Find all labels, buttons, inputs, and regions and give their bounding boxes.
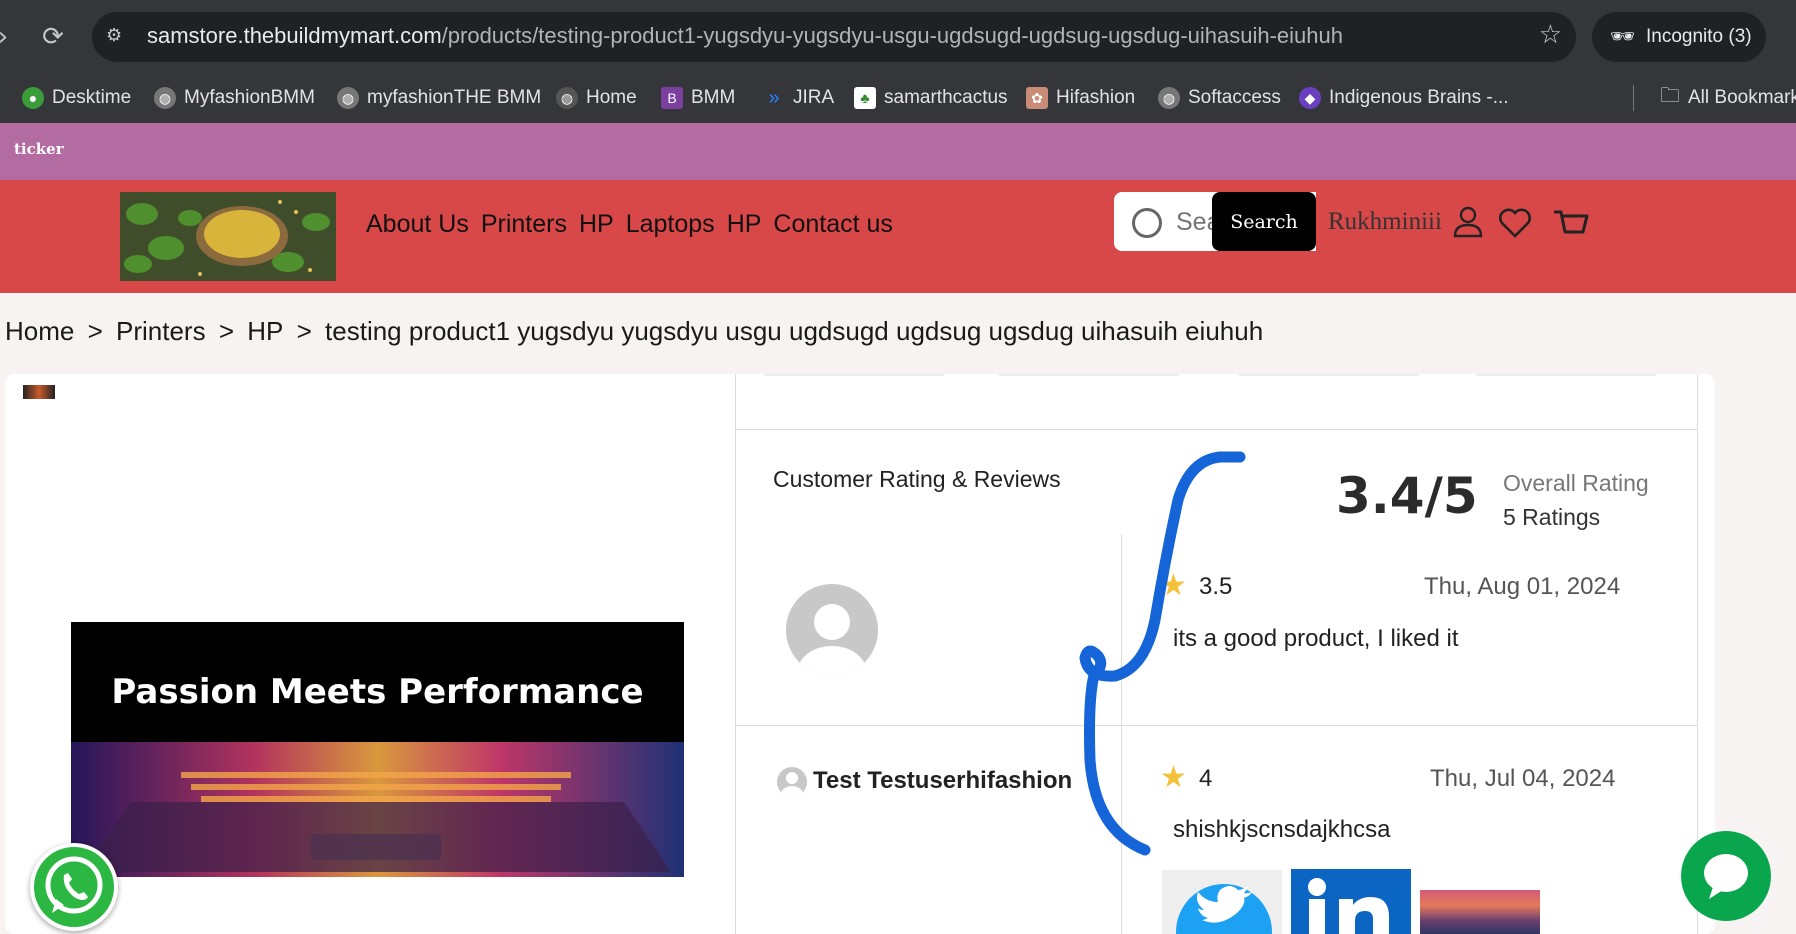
reload-icon[interactable]: ⟳ (36, 20, 70, 54)
site-settings-icon[interactable]: ⚙ (106, 25, 122, 46)
folder-icon: 🗀 (1660, 85, 1680, 107)
cart-icon[interactable] (1551, 202, 1591, 242)
bookmark-star-icon[interactable]: ☆ (1539, 20, 1562, 50)
address-bar[interactable]: ⚙ samstore.thebuildmymart.com/products/t… (92, 12, 1576, 62)
heart-icon[interactable] (1495, 202, 1535, 242)
hifashion-icon: ✿ (1026, 87, 1048, 109)
breadcrumb-separator: > (218, 316, 235, 346)
bookmark-softaccess[interactable]: ◍ Softaccess (1158, 83, 1281, 113)
star-icon: ★ (1160, 760, 1187, 795)
star-icon: ★ (1160, 568, 1187, 603)
incognito-indicator[interactable]: 🕶 Incognito (3) (1592, 12, 1766, 62)
nav-about-us[interactable]: About Us (366, 210, 469, 239)
globe-icon: ◍ (337, 87, 359, 109)
overall-rating-label: Overall Rating (1503, 470, 1649, 496)
nav-printers[interactable]: Printers (481, 210, 567, 239)
all-bookmarks[interactable]: 🗀 All Bookmarks (1660, 83, 1796, 113)
breadcrumb-printers[interactable]: Printers (116, 316, 206, 346)
chat-button[interactable] (1681, 831, 1771, 921)
incognito-icon: 🕶 (1610, 26, 1636, 48)
search-icon (1132, 208, 1162, 238)
breadcrumb-hp[interactable]: HP (247, 316, 283, 346)
bmm-icon: B (661, 87, 683, 109)
bookmark-desktime[interactable]: ● Desktime (22, 83, 131, 113)
url-text[interactable]: samstore.thebuildmymart.com/products/tes… (147, 23, 1343, 49)
globe-icon: ◍ (556, 87, 578, 109)
reviewer-name: Test Testuserhifashion (813, 767, 1073, 794)
jira-icon: » (768, 87, 780, 109)
cactus-icon: ♣ (854, 87, 876, 109)
ticker-bar: ticker (0, 123, 1796, 180)
globe-icon: ◍ (1158, 87, 1180, 109)
user-name[interactable]: Rukhminiii (1328, 208, 1442, 236)
breadcrumb-home[interactable]: Home (5, 316, 74, 346)
bookmark-bmm[interactable]: B BMM (661, 83, 735, 113)
whatsapp-icon (45, 856, 103, 914)
review-rating: 4 (1199, 765, 1213, 792)
review-text: shishkjscnsdajkhcsa (1173, 816, 1391, 843)
browser-toolbar: › ⟳ ⚙ samstore.thebuildmymart.com/produc… (0, 0, 1796, 73)
bookmark-myfashionthebmm[interactable]: ◍ myfashionTHE BMM (337, 83, 541, 113)
attached-image[interactable] (1420, 890, 1540, 934)
divider (736, 429, 1697, 430)
breadcrumb: Home > Printers > HP > testing product1 … (5, 316, 1269, 347)
column-divider (1121, 534, 1122, 934)
store-logo[interactable] (120, 192, 336, 281)
product-thumbnail[interactable] (23, 385, 55, 399)
bookmark-hifashion[interactable]: ✿ Hifashion (1026, 83, 1135, 113)
bookmark-indigenous-brains[interactable]: ◆ Indigenous Brains -... (1299, 83, 1509, 113)
product-image: Passion Meets Performance (71, 622, 684, 877)
bookmarks-divider (1633, 85, 1634, 111)
ratings-count: 5 Ratings (1503, 504, 1601, 530)
main-nav: About Us Printers HP Laptops HP Contact … (366, 210, 893, 239)
nav-laptops[interactable]: Laptops (626, 210, 715, 239)
banner-headline: Passion Meets Performance (111, 672, 644, 712)
globe-icon: ◍ (154, 87, 176, 109)
panel-tabs (764, 374, 1656, 378)
twitter-share[interactable] (1162, 870, 1282, 934)
nav-hp-2[interactable]: HP (727, 210, 762, 239)
bookmark-home[interactable]: ◍ Home (556, 83, 637, 113)
review-date: Thu, Jul 04, 2024 (1430, 765, 1616, 792)
overall-score: 3.4/5 (1336, 467, 1478, 525)
forward-icon[interactable]: › (0, 20, 20, 54)
user-icon[interactable] (1448, 202, 1488, 242)
breadcrumb-separator: > (296, 316, 312, 346)
search-button[interactable]: Search (1212, 192, 1316, 251)
review-text: its a good product, I liked it (1173, 625, 1459, 652)
avatar (786, 584, 878, 676)
row-divider (736, 725, 1697, 726)
ticker-text: ticker (14, 140, 64, 158)
reviews-panel: Customer Rating & Reviews 3.4/5 Overall … (735, 374, 1698, 934)
bookmark-jira[interactable]: » JIRA (763, 83, 834, 113)
bookmark-myfashionbmm[interactable]: ◍ MyfashionBMM (154, 83, 315, 113)
store-header: About Us Printers HP Laptops HP Contact … (0, 180, 1796, 293)
linkedin-share[interactable] (1291, 869, 1411, 934)
chat-bubble-icon (1704, 854, 1748, 899)
breadcrumb-separator: > (87, 316, 103, 346)
whatsapp-button[interactable] (30, 843, 118, 931)
nav-hp[interactable]: HP (579, 210, 614, 239)
bookmark-samarthcactus[interactable]: ♣ samarthcactus (854, 83, 1008, 113)
bookmarks-bar: ● Desktime ◍ MyfashionBMM ◍ myfashionTHE… (0, 73, 1796, 123)
review-date: Thu, Aug 01, 2024 (1424, 573, 1621, 600)
indigenous-brains-icon: ◆ (1299, 87, 1321, 109)
reviews-title: Customer Rating & Reviews (773, 466, 1061, 492)
nav-contact-us[interactable]: Contact us (773, 210, 893, 239)
desktime-icon: ● (22, 87, 44, 109)
review-rating: 3.5 (1199, 573, 1233, 600)
avatar (777, 767, 807, 797)
breadcrumb-product: testing product1 yugsdyu yugsdyu usgu ug… (325, 316, 1264, 346)
